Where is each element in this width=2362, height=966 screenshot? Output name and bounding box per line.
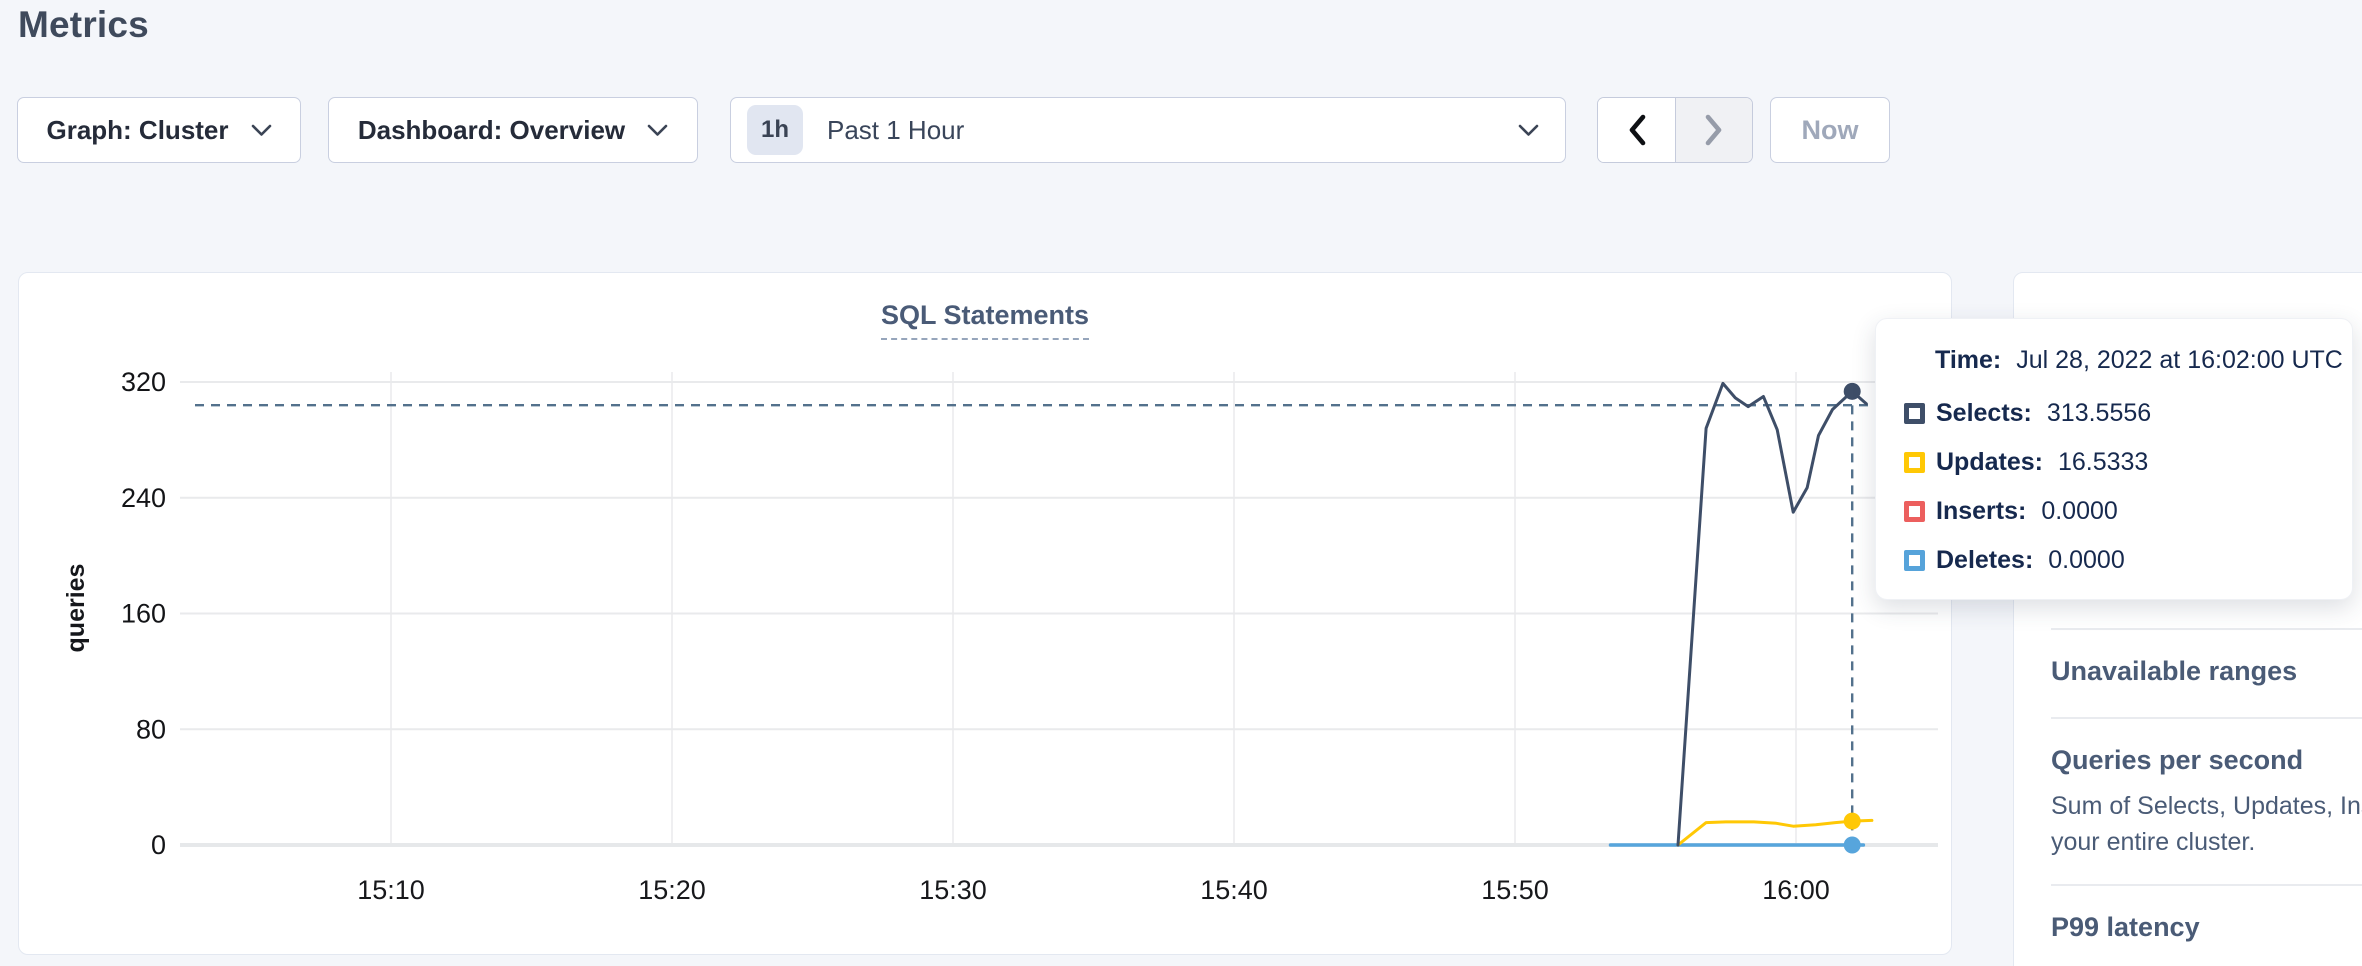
updates-legend-swatch-icon	[1904, 452, 1925, 473]
inserts-legend-swatch-icon	[1904, 501, 1925, 522]
deletes-legend-swatch-icon	[1904, 550, 1925, 571]
graph-dropdown-label: Graph: Cluster	[46, 115, 228, 146]
graph-dropdown[interactable]: Graph: Cluster	[17, 97, 301, 163]
selects-legend-swatch-icon	[1904, 403, 1925, 424]
chevron-right-icon	[1703, 113, 1725, 147]
time-range-label: Past 1 Hour	[827, 115, 964, 146]
chart-title[interactable]: SQL Statements	[881, 300, 1089, 340]
chart-title-wrap: SQL Statements	[18, 300, 1952, 340]
sidebar-heading-queries-per-second: Queries per second	[2051, 745, 2362, 776]
tooltip-time-row: Time: Jul 28, 2022 at 16:02:00 UTC	[1935, 346, 2326, 375]
divider	[2051, 628, 2362, 630]
chevron-down-icon	[1518, 124, 1539, 137]
time-range-dropdown[interactable]: 1h Past 1 Hour	[730, 97, 1566, 163]
next-time-button[interactable]	[1675, 98, 1752, 162]
page-title: Metrics	[18, 4, 149, 46]
metrics-page: Metrics Graph: Cluster Dashboard: Overvi…	[0, 0, 2362, 966]
queries-per-second-description: Sum of Selects, Updates, Inser your enti…	[2051, 788, 2362, 860]
tooltip-row-updates: Updates: 16.5333	[1904, 448, 2326, 477]
chevron-left-icon	[1626, 113, 1648, 147]
sql-statements-card	[18, 272, 1952, 955]
time-range-badge: 1h	[747, 105, 803, 155]
tooltip-time-value: Jul 28, 2022 at 16:02:00 UTC	[2016, 346, 2343, 375]
tooltip-row-deletes: Deletes: 0.0000	[1904, 546, 2326, 575]
chevron-down-icon	[251, 124, 272, 137]
prev-time-button[interactable]	[1598, 98, 1675, 162]
chart-tooltip: Time: Jul 28, 2022 at 16:02:00 UTC Selec…	[1875, 318, 2353, 600]
dashboard-dropdown-label: Dashboard: Overview	[358, 115, 625, 146]
dashboard-dropdown[interactable]: Dashboard: Overview	[328, 97, 698, 163]
tooltip-row-selects: Selects: 313.5556	[1904, 399, 2326, 428]
divider	[2051, 884, 2362, 886]
time-pager	[1597, 97, 1753, 163]
now-button[interactable]: Now	[1770, 97, 1890, 163]
divider	[2051, 717, 2362, 719]
tooltip-row-inserts: Inserts: 0.0000	[1904, 497, 2326, 526]
tooltip-time-label: Time:	[1935, 346, 2001, 375]
sidebar-heading-unavailable-ranges: Unavailable ranges	[2051, 656, 2362, 687]
sidebar-heading-p99-latency: P99 latency	[2051, 912, 2362, 943]
chevron-down-icon	[647, 124, 668, 137]
